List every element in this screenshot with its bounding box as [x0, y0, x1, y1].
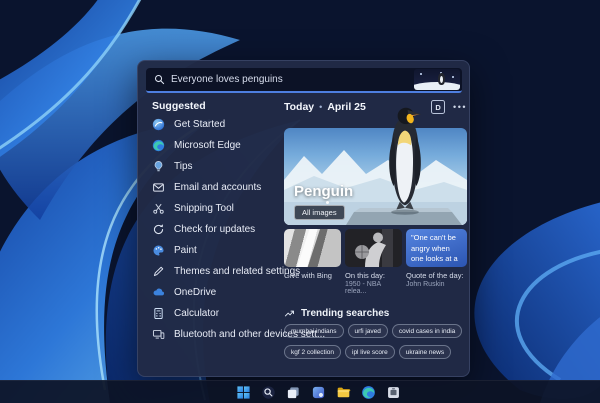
- penguin-illustration: [414, 69, 460, 90]
- basketball-photo: [345, 229, 402, 267]
- search-input[interactable]: [171, 74, 414, 85]
- all-images-button[interactable]: All images: [294, 205, 345, 220]
- suggested-item-label: Get Started: [174, 119, 226, 130]
- today-header: Today • April 25 D •••: [284, 100, 467, 114]
- search-panel: Suggested Get Started Microsoft Edge: [137, 60, 470, 377]
- suggested-item-label: Tips: [174, 161, 193, 172]
- give-with-bing-card[interactable]: Give with Bing: [284, 229, 341, 295]
- trending-chip[interactable]: ipl live score: [345, 345, 395, 359]
- trending-header: Trending searches: [284, 308, 389, 319]
- edge-icon: [361, 385, 375, 399]
- today-label: Today: [284, 101, 315, 113]
- task-view-icon: [287, 386, 299, 398]
- search-icon: [261, 385, 275, 399]
- taskbar-search-button[interactable]: [261, 385, 276, 400]
- app-window-icon: [387, 386, 399, 398]
- bing-d-badge[interactable]: D: [431, 100, 446, 114]
- trending-up-icon: [284, 310, 294, 317]
- suggested-item-label: Calculator: [174, 308, 220, 319]
- suggested-item-label: Paint: [174, 245, 197, 256]
- get-started-icon: [152, 118, 165, 131]
- suggested-item-label: Email and accounts: [174, 182, 262, 193]
- on-this-day-card[interactable]: On this day: 1950 - NBA relea...: [345, 229, 402, 295]
- suggested-item-label: Microsoft Edge: [174, 140, 241, 151]
- edge-button[interactable]: [361, 385, 376, 400]
- daily-cards: Give with Bing On this day: 1950 - NBA r…: [284, 229, 467, 295]
- trending-chips: mumbai indians urfi javed covid cases in…: [284, 324, 471, 359]
- envelope-icon: [153, 183, 164, 192]
- lightbulb-icon: [154, 161, 163, 172]
- onedrive-cloud-icon: [153, 288, 165, 296]
- trending-title: Trending searches: [301, 308, 390, 319]
- suggested-item-label: Snipping Tool: [174, 203, 234, 214]
- pencil-icon: [153, 266, 164, 277]
- on-this-day-image: [345, 229, 402, 267]
- trending-chip[interactable]: mumbai indians: [284, 324, 344, 338]
- trending-chip[interactable]: urfi javed: [347, 324, 388, 338]
- more-options-icon[interactable]: •••: [453, 102, 467, 112]
- file-explorer-button[interactable]: [336, 385, 351, 400]
- windows-logo-icon: [236, 385, 250, 399]
- start-button[interactable]: [236, 385, 251, 400]
- card-subcaption: 1950 - NBA relea...: [345, 281, 381, 295]
- widgets-button[interactable]: [311, 385, 326, 400]
- devices-icon: [152, 329, 165, 340]
- suggested-item-label: Themes and related settings: [174, 266, 301, 277]
- give-with-bing-image: [284, 229, 341, 267]
- today-separator: •: [319, 102, 323, 112]
- card-caption: Give with Bing: [284, 271, 332, 280]
- edge-icon: [152, 139, 165, 152]
- suggested-heading: Suggested: [152, 100, 206, 112]
- today-date: April 25: [327, 101, 366, 113]
- calculator-icon: [154, 307, 163, 320]
- taskbar: [0, 380, 600, 403]
- carousel-dot: [326, 201, 329, 204]
- hero-title: Penguin: [294, 183, 354, 200]
- card-subcaption: John Ruskin: [406, 281, 445, 288]
- palette-icon: [153, 245, 164, 256]
- refresh-icon: [153, 224, 164, 235]
- scissors-icon: [153, 203, 164, 214]
- suggested-item-label: Check for updates: [174, 224, 256, 235]
- trending-chip[interactable]: covid cases in india: [391, 324, 463, 338]
- desktop: Suggested Get Started Microsoft Edge: [0, 0, 600, 403]
- task-view-button[interactable]: [286, 385, 301, 400]
- suggested-item-label: OneDrive: [174, 287, 217, 298]
- penguin-hero-card[interactable]: Penguin All images: [284, 107, 467, 225]
- search-bar[interactable]: [146, 68, 462, 93]
- store-app-button[interactable]: [386, 385, 401, 400]
- trending-chip[interactable]: ukraine news: [398, 345, 452, 359]
- card-caption: On this day:: [345, 271, 386, 280]
- trending-chip[interactable]: kgf 2 collection: [284, 345, 341, 359]
- folder-icon: [337, 387, 350, 397]
- card-caption: Quote of the day:: [406, 271, 464, 280]
- search-icon: [154, 74, 165, 85]
- widgets-icon: [312, 386, 324, 398]
- emperor-penguin-image: [389, 107, 422, 215]
- quote-of-the-day-card[interactable]: "One can't be angry when one looks at a …: [406, 229, 467, 295]
- quote-text: "One can't be angry when one looks at a …: [406, 229, 467, 267]
